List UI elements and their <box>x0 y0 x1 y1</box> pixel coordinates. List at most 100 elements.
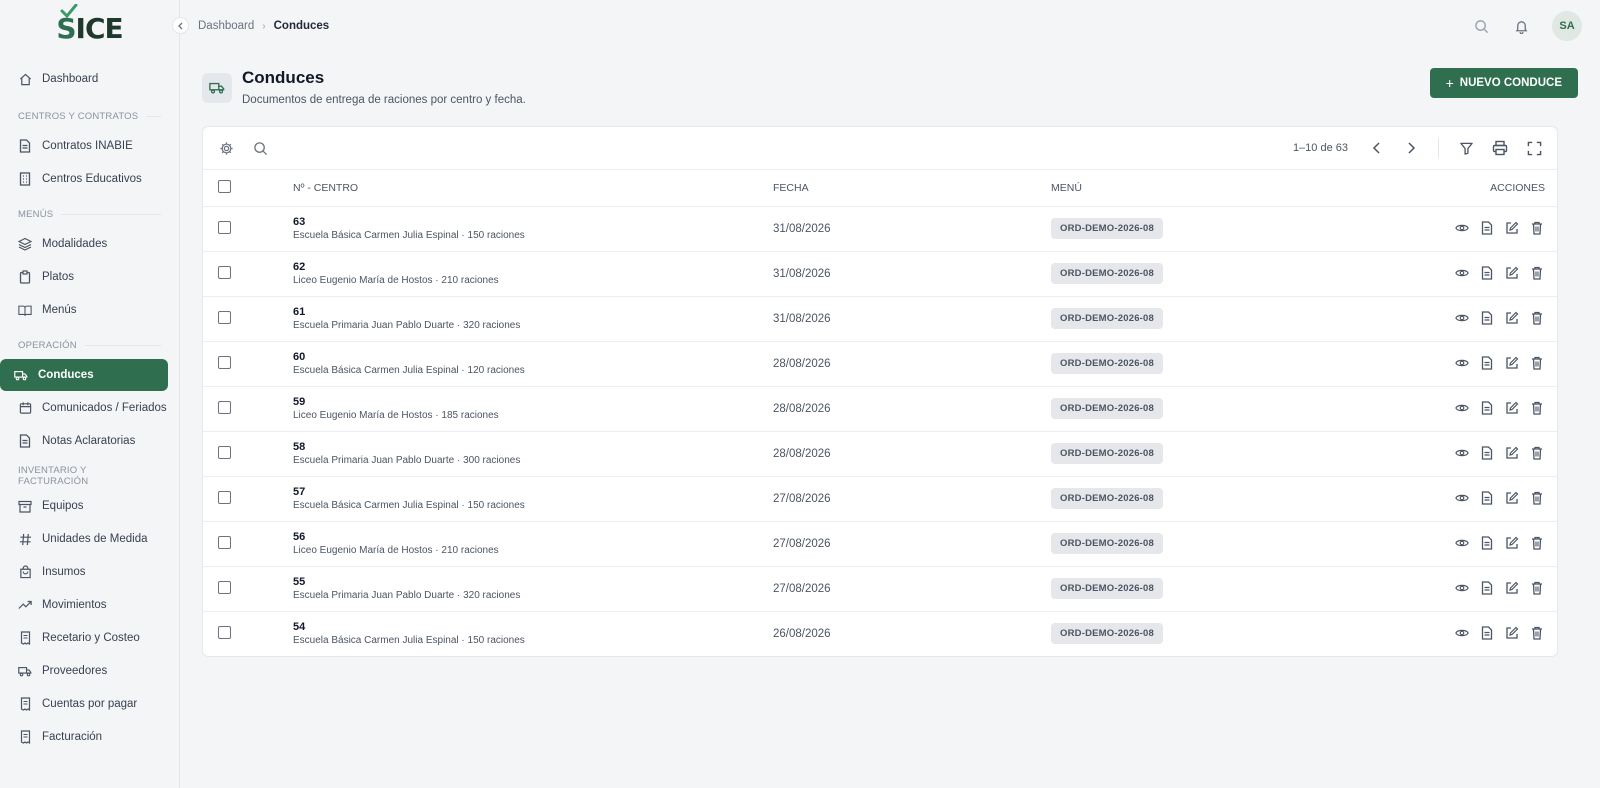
fullscreen-icon[interactable] <box>1525 139 1543 157</box>
header-fecha[interactable]: FECHA <box>773 170 1051 207</box>
avatar[interactable]: SA <box>1552 11 1582 41</box>
view-button[interactable] <box>1454 220 1470 236</box>
document-button[interactable] <box>1479 490 1495 506</box>
table-row[interactable]: 62 Liceo Eugenio María de Hostos · 210 r… <box>203 251 1557 297</box>
sidebar-item-contratos-inabie[interactable]: Contratos INABIE <box>0 130 169 162</box>
trash-icon <box>1531 401 1543 415</box>
document-button[interactable] <box>1479 535 1495 551</box>
collapse-sidebar-button[interactable] <box>172 17 189 34</box>
table-row[interactable]: 58 Escuela Primaria Juan Pablo Duarte · … <box>203 431 1557 477</box>
row-checkbox[interactable] <box>218 535 231 549</box>
table-row[interactable]: 54 Escuela Básica Carmen Julia Espinal ·… <box>203 611 1557 656</box>
document-button[interactable] <box>1479 625 1495 641</box>
view-button[interactable] <box>1454 580 1470 596</box>
view-button[interactable] <box>1454 490 1470 506</box>
row-checkbox[interactable] <box>218 310 231 324</box>
document-button[interactable] <box>1479 355 1495 371</box>
view-button[interactable] <box>1454 265 1470 281</box>
logo[interactable]: SICE <box>0 0 179 52</box>
sidebar-item-cuentas-por-pagar[interactable]: Cuentas por pagar <box>0 688 169 720</box>
edit-button[interactable] <box>1504 310 1520 326</box>
document-button[interactable] <box>1479 265 1495 281</box>
sidebar-item-centros-educativos[interactable]: Centros Educativos <box>0 163 169 195</box>
view-button[interactable] <box>1454 355 1470 371</box>
edit-button[interactable] <box>1504 220 1520 236</box>
delete-button[interactable] <box>1529 490 1545 506</box>
table-row[interactable]: 57 Escuela Básica Carmen Julia Espinal ·… <box>203 476 1557 522</box>
document-button[interactable] <box>1479 580 1495 596</box>
delete-button[interactable] <box>1529 535 1545 551</box>
sidebar-item-insumos[interactable]: Insumos <box>0 556 169 588</box>
delete-button[interactable] <box>1529 580 1545 596</box>
chevron-right-icon[interactable] <box>1402 139 1420 157</box>
sidebar-item-conduces[interactable]: Conduces <box>0 359 168 391</box>
table-row[interactable]: 55 Escuela Primaria Juan Pablo Duarte · … <box>203 566 1557 612</box>
sidebar-item-notas-aclaratorias[interactable]: Notas Aclaratorias <box>0 425 169 457</box>
document-button[interactable] <box>1479 220 1495 236</box>
row-checkbox[interactable] <box>218 220 231 234</box>
edit-button[interactable] <box>1504 355 1520 371</box>
table-row[interactable]: 61 Escuela Primaria Juan Pablo Duarte · … <box>203 296 1557 342</box>
edit-button[interactable] <box>1504 580 1520 596</box>
row-checkbox[interactable] <box>218 625 231 639</box>
sidebar-item-unidades-de-medida[interactable]: Unidades de Medida <box>0 523 169 555</box>
view-button[interactable] <box>1454 535 1470 551</box>
sidebar-item-proveedores[interactable]: Proveedores <box>0 655 169 687</box>
print-icon[interactable] <box>1491 139 1509 157</box>
delete-button[interactable] <box>1529 400 1545 416</box>
view-button[interactable] <box>1454 310 1470 326</box>
delete-button[interactable] <box>1529 310 1545 326</box>
settings-gear-icon[interactable] <box>217 139 235 157</box>
delete-button[interactable] <box>1529 355 1545 371</box>
fecha-cell: 31/08/2026 <box>773 296 1051 342</box>
table-row[interactable]: 60 Escuela Básica Carmen Julia Espinal ·… <box>203 341 1557 387</box>
sidebar-item-facturacion[interactable]: Facturación <box>0 721 169 753</box>
row-checkbox[interactable] <box>218 400 231 414</box>
row-checkbox[interactable] <box>218 580 231 594</box>
breadcrumb-dashboard-link[interactable]: Dashboard <box>198 20 254 32</box>
sidebar-item-recetario-y-costeo[interactable]: Recetario y Costeo <box>0 622 169 654</box>
table-row[interactable]: 59 Liceo Eugenio María de Hostos · 185 r… <box>203 386 1557 432</box>
table-row[interactable]: 63 Escuela Básica Carmen Julia Espinal ·… <box>203 206 1557 252</box>
new-conduce-button[interactable]: + NUEVO CONDUCE <box>1429 68 1578 98</box>
row-checkbox[interactable] <box>218 265 231 279</box>
sidebar-item-equipos[interactable]: Equipos <box>0 490 169 522</box>
document-button[interactable] <box>1479 445 1495 461</box>
building-icon <box>18 172 32 186</box>
sidebar-item-movimientos[interactable]: Movimientos <box>0 589 169 621</box>
sidebar-item-menus[interactable]: Menús <box>0 294 169 326</box>
sidebar-item-modalidades[interactable]: Modalidades <box>0 228 169 260</box>
sidebar-item-comunicados-feriados[interactable]: Comunicados / Feriados <box>0 392 169 424</box>
row-checkbox[interactable] <box>218 445 231 459</box>
edit-button[interactable] <box>1504 400 1520 416</box>
delete-button[interactable] <box>1529 445 1545 461</box>
row-checkbox[interactable] <box>218 355 231 369</box>
table-search-icon[interactable] <box>251 139 269 157</box>
delete-button[interactable] <box>1529 625 1545 641</box>
header-centro[interactable]: Nº - CENTRO <box>293 170 773 207</box>
header-menu[interactable]: MENÚ <box>1051 170 1351 207</box>
sidebar-item-platos[interactable]: Platos <box>0 261 169 293</box>
document-button[interactable] <box>1479 310 1495 326</box>
search-icon[interactable] <box>1472 17 1490 35</box>
edit-button[interactable] <box>1504 490 1520 506</box>
edit-button[interactable] <box>1504 445 1520 461</box>
filter-icon[interactable] <box>1457 139 1475 157</box>
bell-icon[interactable] <box>1512 17 1530 35</box>
edit-button[interactable] <box>1504 535 1520 551</box>
edit-button[interactable] <box>1504 265 1520 281</box>
row-checkbox[interactable] <box>218 490 231 504</box>
table-row[interactable]: 56 Liceo Eugenio María de Hostos · 210 r… <box>203 521 1557 567</box>
view-button[interactable] <box>1454 625 1470 641</box>
chevron-left-icon[interactable] <box>1368 139 1386 157</box>
sidebar-item-dashboard[interactable]: Dashboard <box>0 63 169 95</box>
view-button[interactable] <box>1454 400 1470 416</box>
delete-button[interactable] <box>1529 220 1545 236</box>
fecha-cell: 28/08/2026 <box>773 386 1051 432</box>
view-button[interactable] <box>1454 445 1470 461</box>
edit-icon <box>1505 266 1519 280</box>
document-button[interactable] <box>1479 400 1495 416</box>
select-all-checkbox[interactable] <box>218 179 231 193</box>
delete-button[interactable] <box>1529 265 1545 281</box>
edit-button[interactable] <box>1504 625 1520 641</box>
